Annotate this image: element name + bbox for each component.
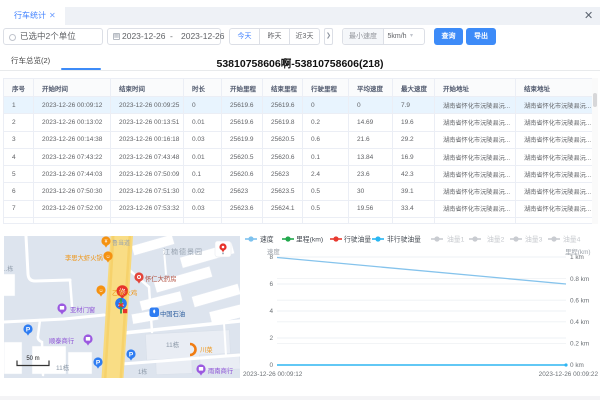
svg-text:2: 2 — [269, 335, 273, 342]
svg-text:0.6 km: 0.6 km — [570, 297, 589, 304]
svg-text:☺: ☺ — [105, 254, 110, 260]
svg-text:油量3: 油量3 — [525, 235, 543, 244]
svg-text:¥: ¥ — [105, 239, 108, 245]
svg-text:4: 4 — [269, 308, 273, 315]
svg-text:2023-12-26 00:09:12: 2023-12-26 00:09:12 — [243, 371, 303, 378]
svg-text:2023-12-26 00:09:22: 2023-12-26 00:09:22 — [539, 371, 599, 378]
svg-text:P: P — [96, 360, 101, 367]
svg-text:油量2: 油量2 — [487, 235, 505, 244]
svg-text:行驶油量: 行驶油量 — [344, 235, 371, 244]
svg-text:8: 8 — [269, 254, 273, 261]
svg-text:里程(km): 里程(km) — [296, 235, 323, 244]
svg-text:0.2 km: 0.2 km — [570, 341, 589, 348]
svg-text:0.4 km: 0.4 km — [570, 319, 589, 326]
svg-text:油量1: 油量1 — [447, 235, 465, 244]
svg-text:0: 0 — [269, 362, 273, 369]
svg-text:1 km: 1 km — [570, 254, 584, 261]
svg-text:P: P — [26, 327, 31, 334]
svg-text:非行驶油量: 非行驶油量 — [387, 235, 421, 244]
svg-text:0.8 km: 0.8 km — [570, 276, 589, 283]
svg-text:P: P — [129, 352, 134, 359]
svg-text:速度: 速度 — [260, 235, 274, 244]
svg-text:0 km: 0 km — [570, 362, 584, 369]
svg-text:油量4: 油量4 — [563, 235, 581, 244]
svg-text:6: 6 — [269, 281, 273, 288]
svg-text:☺: ☺ — [98, 288, 103, 294]
